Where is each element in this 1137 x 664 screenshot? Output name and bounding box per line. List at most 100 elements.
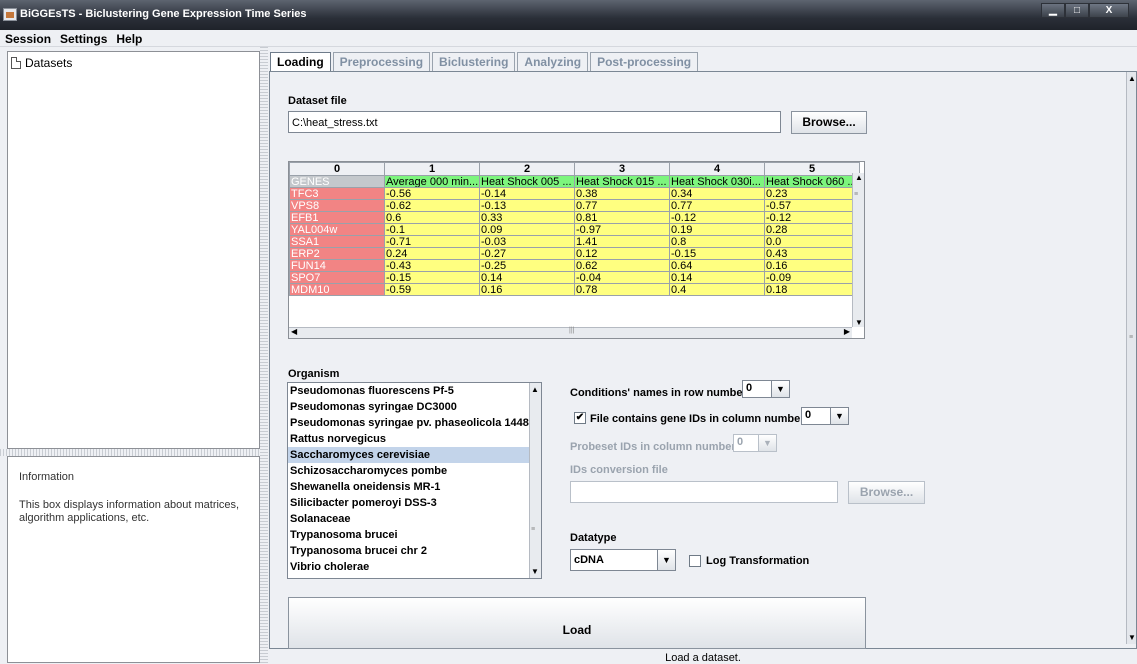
expression-cell[interactable]: -0.97 <box>574 223 670 236</box>
column-header[interactable]: Average 000 min... <box>384 175 480 188</box>
expression-cell[interactable]: 1.41 <box>574 235 670 248</box>
expression-cell[interactable]: -0.09 <box>764 271 860 284</box>
content-scrollbar[interactable]: ▲ ≡ ▼ <box>1126 72 1136 644</box>
expression-cell[interactable]: 0.0 <box>764 235 860 248</box>
dataset-tree[interactable]: Datasets <box>7 51 260 449</box>
expression-cell[interactable]: 0.43 <box>764 247 860 260</box>
expression-cell[interactable]: -0.15 <box>669 247 765 260</box>
expression-cell[interactable]: -0.1 <box>384 223 480 236</box>
list-scroll-thumb-icon[interactable]: ≡ <box>531 526 535 533</box>
organism-list-item[interactable]: Shewanella oneidensis MR-1 <box>288 479 541 495</box>
expression-cell[interactable]: 0.77 <box>574 199 670 212</box>
expression-cell[interactable]: -0.57 <box>764 199 860 212</box>
dataset-file-field[interactable]: C:\heat_stress.txt <box>288 111 781 133</box>
table-scroll-down-icon[interactable]: ▼ <box>855 318 863 327</box>
expression-cell[interactable]: 0.77 <box>669 199 765 212</box>
table-scroll-grip-icon[interactable]: ||| <box>569 327 574 334</box>
gene-name-cell[interactable]: EFB1 <box>289 211 385 224</box>
organism-list-item[interactable]: Schizosaccharomyces pombe <box>288 463 541 479</box>
gene-ids-column-select[interactable]: 0 ▼ <box>801 407 849 425</box>
column-header[interactable]: Heat Shock 030i... <box>669 175 765 188</box>
expression-cell[interactable]: 0.09 <box>479 223 575 236</box>
gene-ids-checkbox[interactable]: ✔ <box>574 412 586 424</box>
vertical-splitter[interactable] <box>260 47 268 663</box>
expression-cell[interactable]: -0.04 <box>574 271 670 284</box>
expression-cell[interactable]: -0.62 <box>384 199 480 212</box>
datatype-select[interactable]: cDNA ▼ <box>570 549 676 571</box>
table-row[interactable]: SSA1 -0.71 -0.03 1.41 0.8 0.0 <box>289 235 860 248</box>
table-row[interactable]: ERP2 0.24 -0.27 0.12 -0.15 0.43 <box>289 247 860 260</box>
expression-cell[interactable]: 0.78 <box>574 283 670 296</box>
organism-list-item[interactable]: Vibrio cholerae <box>288 559 541 575</box>
expression-cell[interactable]: -0.27 <box>479 247 575 260</box>
scroll-up-icon[interactable]: ▲ <box>1128 74 1136 83</box>
organism-list-item[interactable]: Trypanosoma brucei <box>288 527 541 543</box>
expression-cell[interactable]: -0.13 <box>479 199 575 212</box>
gene-name-cell[interactable]: SSA1 <box>289 235 385 248</box>
table-scroll-left-icon[interactable]: ◀ <box>291 327 297 336</box>
tab-post-processing[interactable]: Post-processing <box>590 52 699 71</box>
expression-cell[interactable]: 0.28 <box>764 223 860 236</box>
menu-session[interactable]: Session <box>0 30 55 46</box>
expression-cell[interactable]: -0.14 <box>479 187 575 200</box>
expression-cell[interactable]: -0.43 <box>384 259 480 272</box>
expression-cell[interactable]: 0.38 <box>574 187 670 200</box>
expression-cell[interactable]: 0.14 <box>669 271 765 284</box>
maximize-button[interactable]: □ <box>1065 3 1089 18</box>
organism-list[interactable]: Pseudomonas fluorescens Pf-5 Pseudomonas … <box>287 382 542 579</box>
expression-cell[interactable]: -0.03 <box>479 235 575 248</box>
organism-list-item[interactable]: Trypanosoma brucei chr 2 <box>288 543 541 559</box>
expression-cell[interactable]: 0.64 <box>669 259 765 272</box>
table-row[interactable]: VPS8 -0.62 -0.13 0.77 0.77 -0.57 <box>289 199 860 212</box>
expression-cell[interactable]: 0.18 <box>764 283 860 296</box>
organism-list-scrollbar[interactable]: ▲ ≡ ▼ <box>529 383 541 578</box>
gene-name-cell[interactable]: SPO7 <box>289 271 385 284</box>
column-header[interactable]: Heat Shock 015 ... <box>574 175 670 188</box>
list-scroll-down-icon[interactable]: ▼ <box>531 567 539 576</box>
organism-list-item[interactable]: Silicibacter pomeroyi DSS-3 <box>288 495 541 511</box>
expression-cell[interactable]: -0.12 <box>764 211 860 224</box>
load-button[interactable]: Load <box>288 597 866 649</box>
table-scroll-right-icon[interactable]: ▶ <box>844 327 850 336</box>
gene-name-cell[interactable]: FUN14 <box>289 259 385 272</box>
expression-cell[interactable]: 0.33 <box>479 211 575 224</box>
scroll-grip-icon[interactable]: ≡ <box>1129 334 1133 341</box>
scroll-down-icon[interactable]: ▼ <box>1128 633 1136 642</box>
expression-cell[interactable]: 0.6 <box>384 211 480 224</box>
browse-dataset-button[interactable]: Browse... <box>791 111 867 134</box>
conditions-row-select[interactable]: 0 ▼ <box>742 380 790 398</box>
log-transformation-checkbox[interactable] <box>689 555 701 567</box>
browse-ids-button[interactable]: Browse... <box>848 481 925 504</box>
tab-biclustering[interactable]: Biclustering <box>432 52 516 71</box>
gene-name-cell[interactable]: MDM10 <box>289 283 385 296</box>
tab-analyzing[interactable]: Analyzing <box>517 52 589 71</box>
gene-name-cell[interactable]: TFC3 <box>289 187 385 200</box>
expression-cell[interactable]: 0.8 <box>669 235 765 248</box>
column-header[interactable]: Heat Shock 005 ... <box>479 175 575 188</box>
dataset-preview-table[interactable]: 012345 GENES Average 000 min... Heat Shock… <box>288 161 865 339</box>
menu-settings[interactable]: Settings <box>55 30 111 46</box>
table-scroll-thumb-icon[interactable]: ≡ <box>854 191 858 198</box>
table-row[interactable]: EFB1 0.6 0.33 0.81 -0.12 -0.12 <box>289 211 860 224</box>
expression-cell[interactable]: -0.59 <box>384 283 480 296</box>
organism-list-item[interactable]: Pseudomonas syringae pv. phaseolicola 14… <box>288 415 541 431</box>
table-horizontal-scrollbar[interactable]: ◀ ||| ▶ <box>289 327 852 338</box>
table-row[interactable]: TFC3 -0.56 -0.14 0.38 0.34 0.23 <box>289 187 860 200</box>
expression-cell[interactable]: 0.24 <box>384 247 480 260</box>
expression-cell[interactable]: 0.19 <box>669 223 765 236</box>
organism-list-item[interactable]: Pseudomonas fluorescens Pf-5 <box>288 383 541 399</box>
expression-cell[interactable]: 0.14 <box>479 271 575 284</box>
tab-loading[interactable]: Loading <box>270 52 331 71</box>
menu-help[interactable]: Help <box>111 30 146 46</box>
expression-cell[interactable]: 0.16 <box>479 283 575 296</box>
table-vertical-scrollbar[interactable]: ▲ ≡ ▼ <box>852 173 864 327</box>
organism-list-item[interactable]: Saccharomyces cerevisiae <box>288 447 541 463</box>
horizontal-splitter[interactable] <box>0 449 262 456</box>
expression-cell[interactable]: -0.71 <box>384 235 480 248</box>
table-scroll-up-icon[interactable]: ▲ <box>855 173 863 182</box>
table-row[interactable]: FUN14 -0.43 -0.25 0.62 0.64 0.16 <box>289 259 860 272</box>
expression-cell[interactable]: 0.34 <box>669 187 765 200</box>
table-row[interactable]: YAL004w -0.1 0.09 -0.97 0.19 0.28 <box>289 223 860 236</box>
list-scroll-up-icon[interactable]: ▲ <box>531 385 539 394</box>
ids-conversion-file-field[interactable] <box>570 481 838 503</box>
